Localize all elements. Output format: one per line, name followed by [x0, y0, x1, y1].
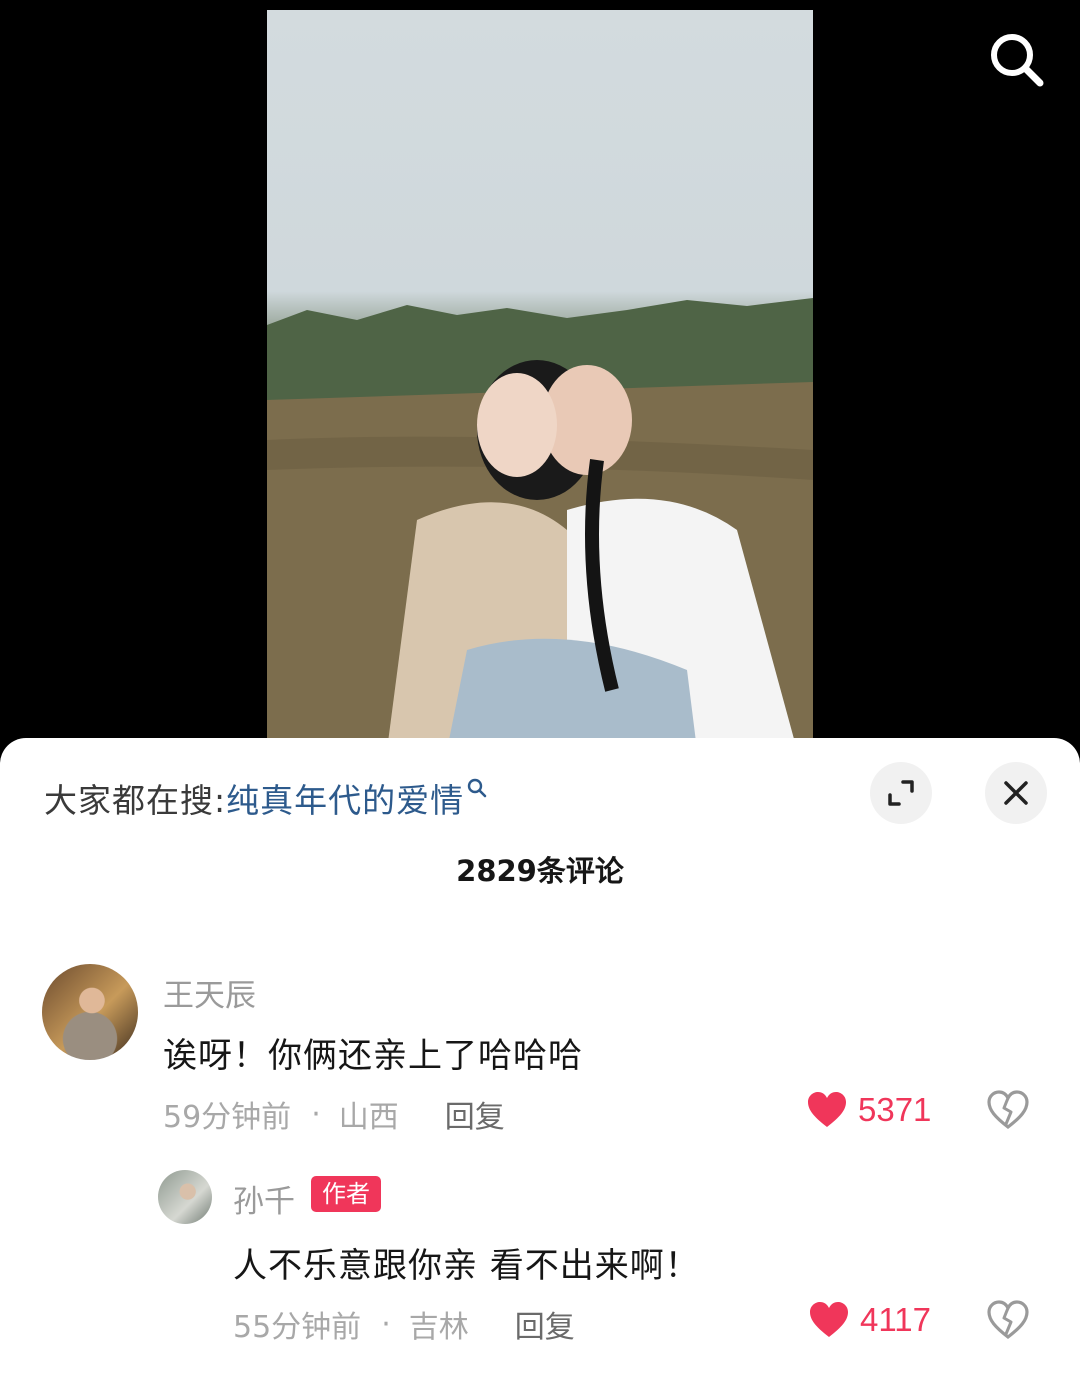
- video-player[interactable]: [0, 0, 1080, 760]
- broken-heart-icon: [987, 1090, 1029, 1130]
- hot-search-bar: 大家都在搜: 纯真年代的爱情: [44, 774, 488, 822]
- search-small-icon: [467, 778, 487, 798]
- hot-search-query-link[interactable]: 纯真年代的爱情: [226, 774, 464, 822]
- dislike-button[interactable]: [986, 1090, 1030, 1134]
- reply-button[interactable]: 回复: [445, 1092, 505, 1136]
- meta-separator: ·: [381, 1306, 391, 1342]
- comment-username[interactable]: 孙千: [233, 1176, 295, 1221]
- expand-icon: [888, 780, 914, 806]
- comment-count: 2829条评论: [456, 854, 624, 888]
- comment-username[interactable]: 王天辰: [163, 970, 256, 1015]
- search-button[interactable]: [982, 26, 1052, 96]
- heart-filled-icon: [810, 1302, 848, 1337]
- heart-filled-icon: [808, 1092, 846, 1127]
- like-button[interactable]: 5371: [806, 1090, 931, 1130]
- like-count: 4117: [860, 1301, 931, 1338]
- comment-meta: 59分钟前 · 山西 回复: [163, 1092, 505, 1136]
- avatar[interactable]: [42, 964, 138, 1060]
- comment-text[interactable]: 诶呀！你俩还亲上了哈哈哈: [163, 1028, 583, 1077]
- comment-location: 吉林: [408, 1310, 469, 1345]
- close-icon: [1004, 781, 1028, 805]
- avatar[interactable]: [158, 1170, 212, 1224]
- comment-text[interactable]: 人不乐意跟你亲 看不出来啊！: [233, 1238, 700, 1287]
- broken-heart-icon: [987, 1300, 1029, 1340]
- comment-time: 59分钟前: [163, 1100, 292, 1135]
- dislike-button[interactable]: [986, 1300, 1030, 1344]
- expand-button[interactable]: [870, 762, 932, 824]
- close-button[interactable]: [985, 762, 1047, 824]
- video-frame[interactable]: [267, 10, 813, 750]
- video-still-image: [267, 298, 813, 750]
- meta-separator: ·: [311, 1096, 321, 1132]
- like-count: 5371: [858, 1091, 932, 1128]
- search-icon: [991, 34, 1044, 87]
- comment-time: 55分钟前: [233, 1310, 362, 1345]
- hot-search-prefix: 大家都在搜:: [44, 781, 227, 820]
- comments-sheet: 大家都在搜: 纯真年代的爱情 2829条评论 王天辰 诶呀！你俩还亲上了哈哈哈 …: [0, 738, 1080, 1378]
- comment-location: 山西: [338, 1100, 399, 1135]
- reply-button[interactable]: 回复: [515, 1302, 575, 1346]
- like-button[interactable]: 4117: [808, 1300, 931, 1340]
- comment-meta: 55分钟前 · 吉林 回复: [233, 1302, 575, 1346]
- author-badge: 作者: [311, 1176, 381, 1212]
